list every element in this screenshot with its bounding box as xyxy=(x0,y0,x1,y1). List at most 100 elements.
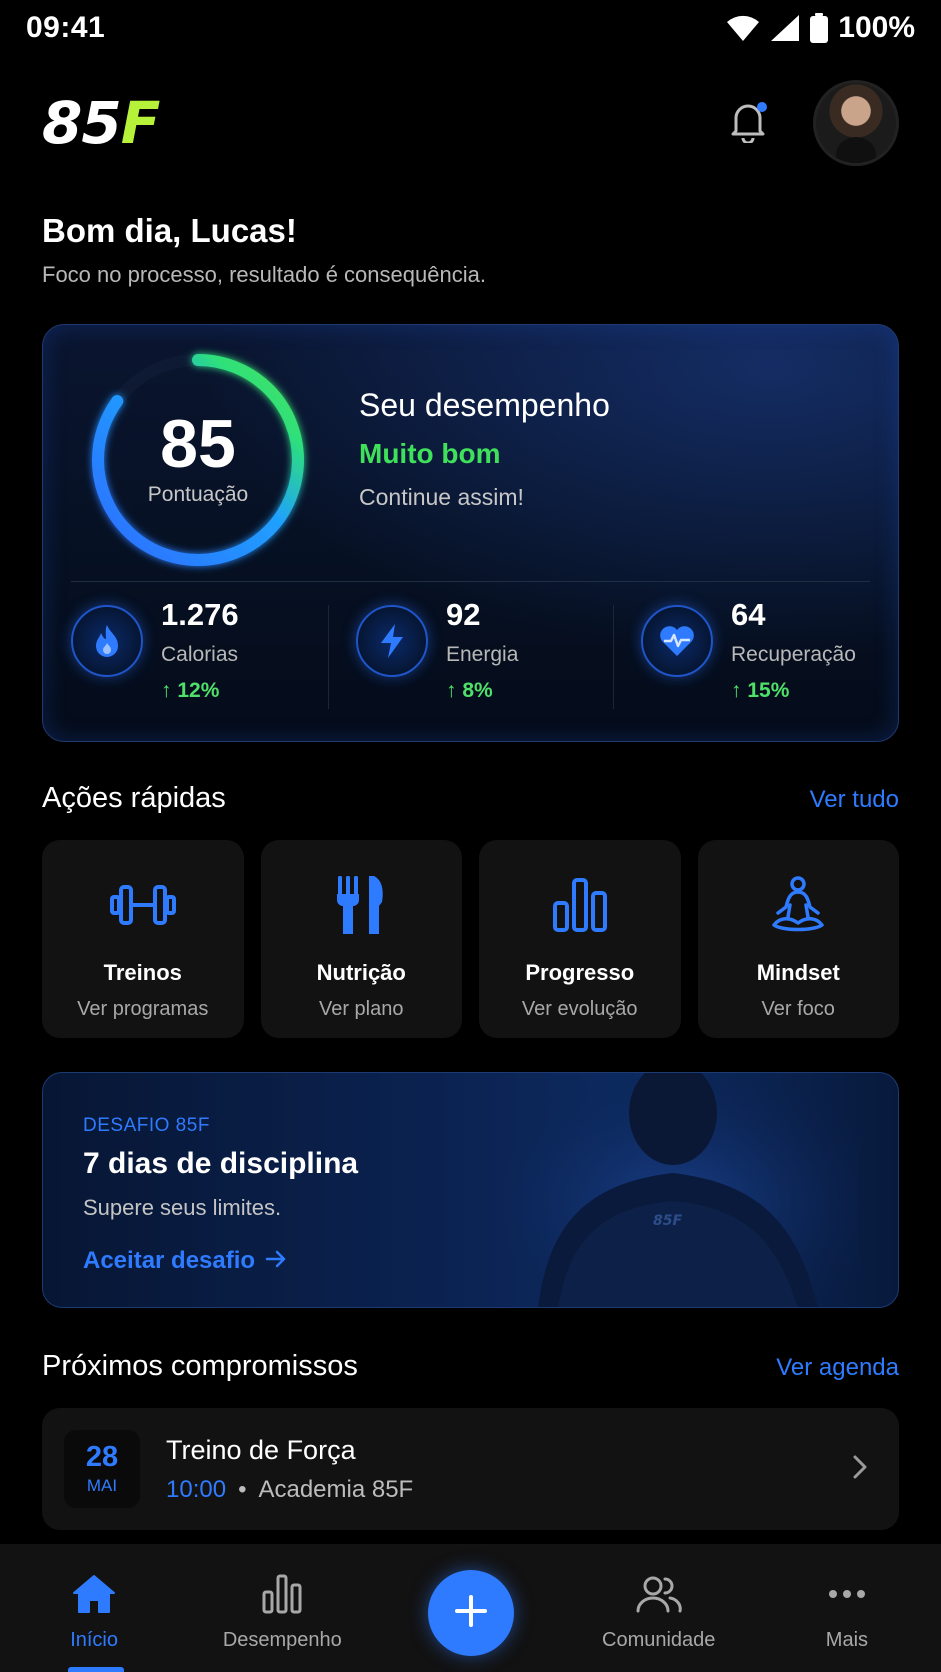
notification-dot xyxy=(757,102,767,112)
battery-percent: 100% xyxy=(838,11,915,44)
action-treinos[interactable]: Treinos Ver programas xyxy=(42,840,244,1038)
action-title: Mindset xyxy=(756,960,840,985)
chevron-right-icon xyxy=(853,1455,867,1484)
challenge-content: DESAFIO 85F 7 dias de disciplina Supere … xyxy=(83,1115,358,1275)
more-icon xyxy=(827,1574,867,1619)
appointment-item[interactable]: 28 MAI Treino de Força 10:00 • Academia … xyxy=(42,1408,899,1530)
date-day: 28 xyxy=(85,1440,119,1473)
performance-summary: Seu desempenho Muito bom Continue assim! xyxy=(359,387,610,511)
status-icons: 100% xyxy=(726,11,915,45)
quick-actions-header: Ações rápidas Ver tudo xyxy=(42,782,899,815)
nav-comunidade[interactable]: Comunidade xyxy=(565,1564,753,1652)
nav-add[interactable] xyxy=(376,1560,564,1656)
nav-inicio[interactable]: Início xyxy=(0,1564,188,1652)
app-logo[interactable]: 85F xyxy=(42,94,160,152)
challenge-tag: DESAFIO 85F xyxy=(83,1115,210,1136)
dumbbell-icon xyxy=(109,874,176,936)
stat-label: Energia xyxy=(446,643,519,666)
divider xyxy=(71,581,870,582)
challenge-banner[interactable]: 85F DESAFIO 85F 7 dias de disciplina Sup… xyxy=(42,1072,899,1308)
date-month: MAI xyxy=(86,1475,118,1495)
nav-label: Início xyxy=(70,1629,118,1651)
quick-actions-title: Ações rápidas xyxy=(42,782,226,814)
action-title: Nutrição xyxy=(316,960,406,985)
greeting-subtitle: Foco no processo, resultado é consequênc… xyxy=(42,262,486,287)
action-subtitle: Ver plano xyxy=(318,998,404,1020)
stat-energy[interactable]: 92 Energia ↑ 8% xyxy=(328,597,613,717)
header-actions xyxy=(723,80,899,166)
stat-calories[interactable]: 1.276 Calorias ↑ 12% xyxy=(43,597,328,717)
score-label: Pontuação xyxy=(147,483,249,506)
add-button[interactable] xyxy=(427,1570,514,1656)
appointment-time: 10:00 xyxy=(166,1475,227,1503)
see-all-link[interactable]: Ver tudo xyxy=(810,786,899,814)
score-value: 85 xyxy=(160,406,236,482)
action-nutricao[interactable]: Nutrição Ver plano xyxy=(260,840,462,1038)
greeting: Bom dia, Lucas! Foco no processo, result… xyxy=(42,212,486,288)
stat-change: ↑ 12% xyxy=(161,679,220,702)
nav-label: Comunidade xyxy=(602,1629,716,1651)
action-subtitle: Ver evolução xyxy=(521,998,638,1020)
signal-icon xyxy=(770,14,800,42)
home-icon xyxy=(72,1574,116,1619)
accept-challenge-button[interactable]: Aceitar desafio xyxy=(83,1247,358,1275)
arrow-right-icon xyxy=(265,1247,287,1275)
action-subtitle: Ver foco xyxy=(761,998,835,1020)
action-title: Treinos xyxy=(103,960,182,985)
nav-label: Mais xyxy=(825,1629,869,1651)
nav-mais[interactable]: Mais xyxy=(753,1564,941,1652)
date-badge: 28 MAI xyxy=(64,1430,140,1508)
challenge-title: 7 dias de disciplina xyxy=(83,1147,359,1180)
stat-change: ↑ 15% xyxy=(731,679,790,702)
performance-note: Continue assim! xyxy=(359,484,524,510)
shirt-logo: 85F xyxy=(653,1213,682,1229)
heart-pulse-icon xyxy=(641,605,713,677)
cta-label: Aceitar desafio xyxy=(83,1247,256,1274)
action-title: Progresso xyxy=(525,960,635,985)
appointment-meta: 10:00 • Academia 85F xyxy=(166,1476,853,1504)
challenge-subtitle: Supere seus limites. xyxy=(83,1195,282,1220)
home-screen: 09:41 100% 85F Bom dia, Lucas! Foco no p… xyxy=(0,0,941,1672)
meta-separator: • xyxy=(238,1475,247,1503)
plus-icon xyxy=(454,1594,488,1633)
app-header: 85F xyxy=(42,78,899,168)
action-mindset[interactable]: Mindset Ver foco xyxy=(697,840,899,1038)
appointment-place: Academia 85F xyxy=(258,1475,414,1503)
fork-knife-icon xyxy=(334,874,388,936)
bar-chart-icon xyxy=(552,874,608,936)
bar-chart-icon xyxy=(262,1574,302,1619)
see-agenda-link[interactable]: Ver agenda xyxy=(776,1354,899,1382)
nav-desempenho[interactable]: Desempenho xyxy=(188,1564,376,1652)
performance-card[interactable]: 85 Pontuação Seu desempenho Muito bom Co… xyxy=(42,324,899,742)
appointments-title: Próximos compromissos xyxy=(42,1350,358,1382)
status-time: 09:41 xyxy=(26,11,106,44)
appointment-title: Treino de Força xyxy=(166,1434,356,1465)
performance-status: Muito bom xyxy=(359,438,501,469)
appointment-details: Treino de Força 10:00 • Academia 85F xyxy=(166,1435,853,1504)
performance-title: Seu desempenho xyxy=(359,387,610,423)
greeting-title: Bom dia, Lucas! xyxy=(42,212,297,249)
stat-value: 64 xyxy=(731,597,766,632)
meditation-icon xyxy=(770,874,826,936)
users-icon xyxy=(636,1574,682,1619)
notifications-button[interactable] xyxy=(723,98,773,148)
bottom-navigation: Início Desempenho Comunidade Mais xyxy=(0,1544,941,1672)
active-indicator xyxy=(68,1667,124,1672)
stat-value: 92 xyxy=(446,597,481,632)
stat-recovery[interactable]: 64 Recuperação ↑ 15% xyxy=(613,597,898,717)
action-subtitle: Ver programas xyxy=(77,998,209,1020)
stats-row: 1.276 Calorias ↑ 12% 92 Energia ↑ 8% 64 … xyxy=(43,597,898,717)
stat-value: 1.276 xyxy=(161,597,239,632)
quick-actions: Treinos Ver programas Nutrição Ver plano… xyxy=(42,840,899,1038)
flame-icon xyxy=(71,605,143,677)
nav-label: Desempenho xyxy=(222,1629,342,1651)
appointments-header: Próximos compromissos Ver agenda xyxy=(42,1350,899,1383)
stat-label: Calorias xyxy=(161,643,239,666)
status-bar: 09:41 100% xyxy=(0,0,941,56)
user-avatar[interactable] xyxy=(813,80,899,166)
stat-label: Recuperação xyxy=(731,643,856,666)
action-progresso[interactable]: Progresso Ver evolução xyxy=(479,840,681,1038)
lightning-icon xyxy=(356,605,428,677)
wifi-icon xyxy=(726,14,760,42)
athlete-image: 85F xyxy=(498,1073,858,1307)
